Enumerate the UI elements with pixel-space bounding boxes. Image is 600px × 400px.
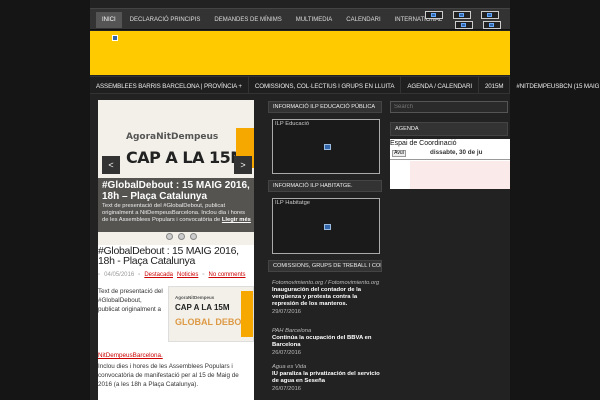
social-link-1[interactable] (425, 11, 443, 19)
ilp-educacio-label: ILP Educació (275, 121, 310, 127)
news-date: 26/07/2016 (272, 386, 302, 392)
slide-caption: #GlobalDebout : 15 MAIG 2016, 18h – Plaç… (98, 178, 254, 232)
news-source: Fotomovimiento.org / Fotomovimiento.org (272, 280, 380, 286)
topnav-item-inici[interactable]: INICI (96, 12, 122, 28)
category-destacada[interactable]: Destacada (144, 272, 173, 278)
mainnav-item-2015m[interactable]: 2015M (479, 77, 511, 93)
broken-image-icon (489, 23, 494, 27)
news-date: 29/07/2016 (272, 309, 302, 315)
ilp-educacio-widget[interactable]: ILP Educació (272, 119, 380, 174)
topnav-item-demandes[interactable]: DEMANDES DE MÍNIMS (208, 12, 287, 28)
broken-image-icon (487, 13, 492, 17)
slider-dot-2[interactable] (178, 233, 185, 240)
slider-pagination (166, 233, 197, 240)
social-link-5[interactable] (483, 21, 501, 29)
mainnav-item-comissions[interactable]: COMISSIONS, COL·LECTIUS I GRUPS EN LLUIT… (249, 77, 402, 93)
comments-link[interactable]: No comments (208, 272, 245, 278)
middle-sidebar: INFORMACIÓ ILP EDUCACIÓ PÚBLICA ILP Educ… (268, 100, 382, 400)
post-date: 04/05/2016 (104, 272, 135, 278)
news-source: PAH Barcelona (272, 328, 312, 334)
ilp-habitatge-widget[interactable]: ILP Habitatge (272, 198, 380, 254)
mainnav-item-agenda[interactable]: AGENDA / CALENDARI (401, 77, 479, 93)
broken-image-icon (324, 224, 331, 230)
topnav-item-declaracio[interactable]: DECLARACIÓ PRINCIPIS (124, 12, 207, 28)
broken-image-icon (459, 13, 464, 17)
slide-image-title: CAP A LA 15M (126, 148, 246, 167)
topnav-item-multimedia[interactable]: MULTIMEDIA (290, 12, 339, 28)
thumb-subtitle: AgoraNitDempeus (175, 295, 215, 300)
search-input[interactable] (390, 101, 508, 113)
mainnav-item-assemblees[interactable]: ASSEMBLEES BARRIS BARCELONA | PROVÍNCIA … (90, 77, 249, 93)
slide-title[interactable]: #GlobalDebout : 15 MAIG 2016, 18h – Plaç… (102, 180, 254, 202)
news-item[interactable]: Agua es Vida IU paraliza la privatizació… (272, 364, 380, 393)
thumb-title: CAP A LA 15M (175, 303, 230, 312)
social-link-3[interactable] (481, 11, 499, 19)
topnav-item-calendari[interactable]: CALENDARI (340, 12, 386, 28)
category-noticies[interactable]: Noticies (177, 272, 198, 278)
news-item[interactable]: PAH Barcelona Continúa la ocupación del … (272, 328, 380, 357)
broken-image-icon (324, 144, 331, 150)
widget-title-comm: COMISSIONS, GRUPS DE TREBALL I COLECTIUS (268, 260, 382, 272)
slider-dot-1[interactable] (166, 233, 173, 240)
widget-title-hab: INFORMACIÓ ILP HABITATGE. (268, 180, 382, 192)
site-wrapper: INICI DECLARACIÓ PRINCIPIS DEMANDES DE M… (90, 0, 600, 400)
page: INICI DECLARACIÓ PRINCIPIS DEMANDES DE M… (0, 0, 600, 400)
read-more-link[interactable]: Llegir més (222, 217, 251, 223)
broken-image-icon (112, 35, 118, 41)
comment-icon: ▫ (202, 272, 205, 278)
post-title[interactable]: #GlobalDebout : 15 MAIG 2016, 18h - Plaç… (98, 246, 254, 267)
calendar-title: Espai de Coordinació (390, 140, 457, 147)
broken-image-icon (461, 23, 466, 27)
news-title[interactable]: Inauguración del contador de la vergüenz… (272, 287, 380, 308)
nitdempeus-link[interactable]: NitDempeusBarcelona. (98, 352, 163, 359)
top-navbar: INICI DECLARACIÓ PRINCIPIS DEMANDES DE M… (90, 8, 510, 30)
calendar-date: dissabte, 30 de ju (430, 149, 483, 156)
slide-image-subtitle: AgoraNitDempeus (126, 132, 219, 142)
social-link-4[interactable] (455, 21, 473, 29)
slide-excerpt: Text de presentació del #GlobalDebout, p… (102, 203, 252, 224)
post-excerpt: Text de presentació del #GlobalDebout, p… (98, 288, 163, 313)
mainnav-item-nitdempeus[interactable]: #NITDEMPEUSBCN (15 MAIG 2016) (510, 77, 600, 93)
calendar-divider (390, 159, 510, 160)
social-link-2[interactable] (453, 11, 471, 19)
post-thumbnail[interactable]: AgoraNitDempeus CAP A LA 15M GLOBAL DEBO… (168, 286, 254, 342)
agenda-widget-title: AGENDA (390, 122, 508, 136)
widget-title-edu: INFORMACIÓ ILP EDUCACIÓ PÚBLICA (268, 101, 382, 113)
calendar-icon: ▫ (98, 272, 101, 278)
today-button[interactable]: Avui (392, 150, 406, 157)
post-meta: ▫ 04/05/2016 ▫ Destacada Noticies ▫ No c… (98, 272, 254, 278)
broken-image-icon (431, 13, 436, 17)
thumb-stripe (241, 291, 253, 337)
featured-slider: AgoraNitDempeus CAP A LA 15M < > #Global… (98, 100, 254, 245)
slider-prev-button[interactable]: < (102, 156, 120, 174)
slider-dot-3[interactable] (190, 233, 197, 240)
main-content: AgoraNitDempeus CAP A LA 15M < > #Global… (98, 100, 254, 400)
news-date: 26/07/2016 (272, 350, 302, 356)
ilp-habitatge-label: ILP Habitatge (275, 200, 311, 206)
post-excerpt-2: Inclou dies i hores de les Assemblees Po… (98, 363, 239, 388)
right-sidebar: AGENDA Espai de Coordinació Avui dissabt… (390, 100, 510, 400)
top-nav: INICI DECLARACIÓ PRINCIPIS DEMANDES DE M… (96, 12, 448, 28)
news-title[interactable]: IU paraliza la privatización del servici… (272, 371, 380, 385)
news-source: Agua es Vida (272, 364, 307, 370)
main-nav: ASSEMBLEES BARRIS BARCELONA | PROVÍNCIA … (90, 76, 600, 94)
news-title[interactable]: Continúa la ocupación del BBVA en Barcel… (272, 335, 380, 349)
folder-icon: ▫ (138, 272, 141, 278)
calendar-grid[interactable] (410, 161, 510, 189)
slider-next-button[interactable]: > (234, 156, 252, 174)
header-banner (90, 31, 510, 75)
news-item[interactable]: Fotomovimiento.org / Fotomovimiento.org … (272, 280, 380, 316)
calendar-embed: Espai de Coordinació Avui dissabte, 30 d… (390, 139, 510, 189)
